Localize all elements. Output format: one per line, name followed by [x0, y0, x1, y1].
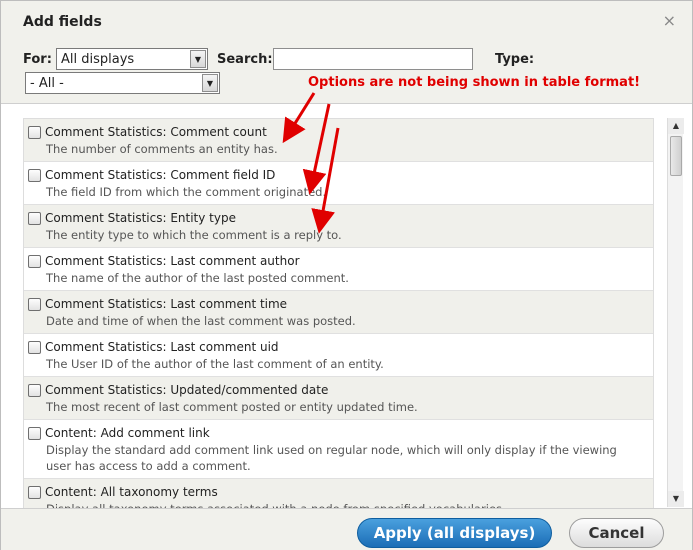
- fields-scroll-pane[interactable]: Comment Statistics: Comment count The num…: [1, 104, 692, 508]
- field-row[interactable]: Comment Statistics: Last comment time Dat…: [24, 291, 653, 334]
- for-select-value: All displays: [61, 52, 135, 67]
- field-description: Display all taxonomy terms associated wi…: [46, 501, 645, 508]
- type-select[interactable]: - All - ▼: [25, 72, 220, 94]
- field-name: Content: Add comment link: [45, 426, 210, 440]
- field-checkbox[interactable]: [28, 341, 41, 354]
- search-label: Search:: [217, 52, 273, 67]
- for-label: For:: [23, 52, 52, 67]
- apply-button[interactable]: Apply (all displays): [357, 518, 552, 548]
- search-input[interactable]: [273, 48, 473, 70]
- fields-list: Comment Statistics: Comment count The num…: [23, 118, 654, 508]
- field-checkbox[interactable]: [28, 169, 41, 182]
- field-row[interactable]: Comment Statistics: Entity type The entit…: [24, 205, 653, 248]
- field-name: Comment Statistics: Last comment uid: [45, 340, 279, 354]
- field-checkbox[interactable]: [28, 255, 41, 268]
- chevron-down-icon: ▼: [202, 74, 218, 92]
- field-row[interactable]: Content: All taxonomy terms Display all t…: [24, 479, 653, 508]
- field-description: Display the standard add comment link us…: [46, 443, 617, 473]
- close-icon[interactable]: ×: [663, 13, 676, 29]
- field-name: Comment Statistics: Entity type: [45, 211, 236, 225]
- field-checkbox[interactable]: [28, 126, 41, 139]
- field-name: Comment Statistics: Last comment time: [45, 297, 288, 311]
- field-description: The name of the author of the last poste…: [46, 271, 349, 285]
- field-row[interactable]: Comment Statistics: Last comment uid The …: [24, 334, 653, 377]
- for-select[interactable]: All displays ▼: [56, 48, 208, 70]
- type-label: Type:: [495, 52, 535, 67]
- field-row[interactable]: Comment Statistics: Comment count The num…: [24, 119, 653, 162]
- filter-bar: For: All displays ▼ Search: Type: - All …: [1, 41, 692, 103]
- type-select-value: - All -: [30, 76, 64, 91]
- field-description: The User ID of the author of the last co…: [46, 357, 384, 371]
- field-description: The field ID from which the comment orig…: [46, 185, 327, 199]
- chevron-down-icon: ▼: [190, 50, 206, 68]
- field-row[interactable]: Content: Add comment link Display the sta…: [24, 420, 653, 479]
- field-checkbox[interactable]: [28, 298, 41, 311]
- field-checkbox[interactable]: [28, 427, 41, 440]
- dialog-title: Add fields: [23, 14, 102, 30]
- field-description: The most recent of last comment posted o…: [46, 400, 418, 414]
- field-name: Comment Statistics: Last comment author: [45, 254, 300, 268]
- scroll-up-icon[interactable]: ▲: [668, 118, 684, 134]
- scrollbar-thumb[interactable]: [670, 136, 682, 176]
- field-row[interactable]: Comment Statistics: Comment field ID The …: [24, 162, 653, 205]
- field-name: Content: All taxonomy terms: [45, 485, 218, 499]
- field-description: Date and time of when the last comment w…: [46, 314, 356, 328]
- field-name: Comment Statistics: Comment field ID: [45, 168, 276, 182]
- field-checkbox[interactable]: [28, 384, 41, 397]
- field-name: Comment Statistics: Comment count: [45, 125, 267, 139]
- field-row[interactable]: Comment Statistics: Last comment author T…: [24, 248, 653, 291]
- field-description: The entity type to which the comment is …: [46, 228, 342, 242]
- field-description: The number of comments an entity has.: [46, 142, 278, 156]
- cancel-button[interactable]: Cancel: [569, 518, 664, 548]
- field-checkbox[interactable]: [28, 212, 41, 225]
- scroll-down-icon[interactable]: ▼: [668, 491, 684, 507]
- field-name: Comment Statistics: Updated/commented da…: [45, 383, 329, 397]
- annotation-text: Options are not being shown in table for…: [308, 75, 641, 90]
- field-checkbox[interactable]: [28, 486, 41, 499]
- add-fields-dialog: Add fields × For: All displays ▼ Search:…: [0, 0, 693, 550]
- dialog-footer: Apply (all displays) Cancel: [1, 508, 692, 550]
- field-row[interactable]: Comment Statistics: Updated/commented da…: [24, 377, 653, 420]
- dialog-titlebar: Add fields ×: [1, 1, 692, 41]
- vertical-scrollbar[interactable]: ▲ ▼: [667, 118, 684, 507]
